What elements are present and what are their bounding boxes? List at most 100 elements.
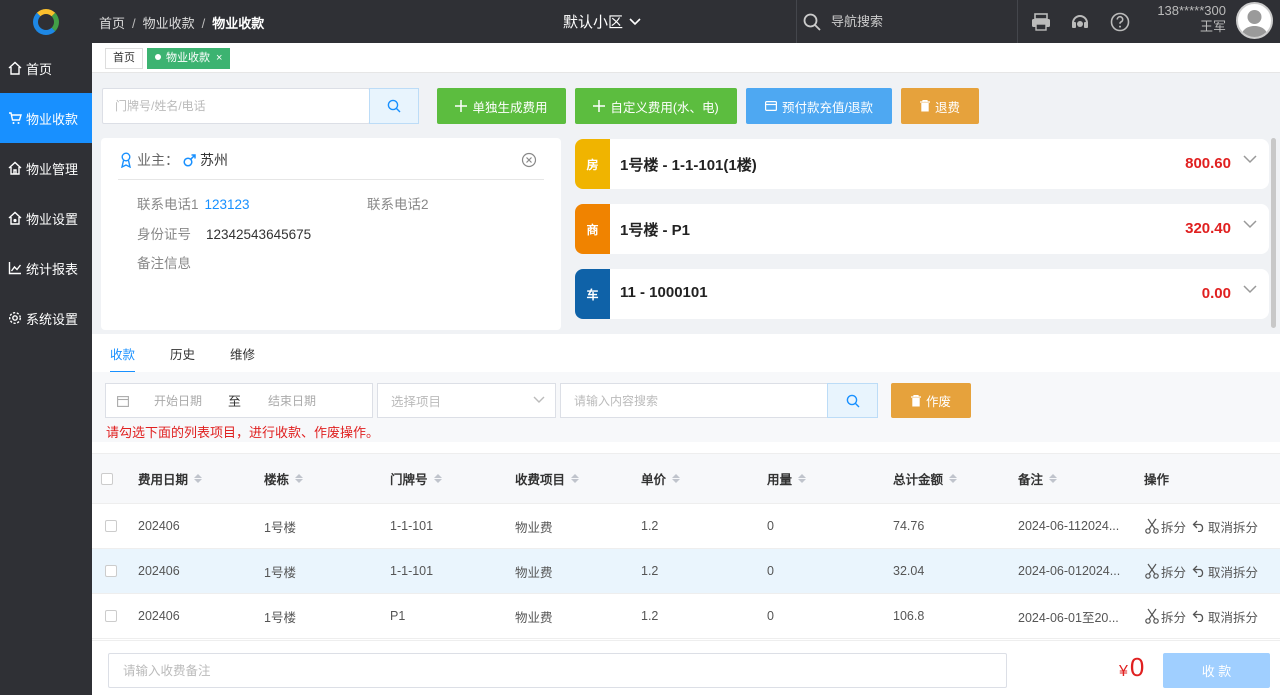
cell-price: 1.2 (641, 564, 659, 578)
phone1-value[interactable]: 123123 (205, 197, 250, 212)
app-logo[interactable] (0, 0, 92, 43)
avatar[interactable] (1236, 2, 1273, 39)
table-header: 费用日期 楼栋 门牌号 收费项目 单价 用量 总计金额 备注 操作 (92, 453, 1280, 504)
search-icon (846, 394, 859, 407)
sidebar-item-home[interactable]: 首页 (0, 43, 92, 93)
sidebar-item-reports[interactable]: 统计报表 (0, 243, 92, 293)
refund-button[interactable]: 退费 (901, 88, 979, 124)
split-button[interactable]: 拆分 (1145, 517, 1186, 536)
plus-icon (593, 100, 606, 112)
close-circle-icon[interactable] (521, 152, 537, 168)
id-value: 12342543645675 (206, 227, 312, 242)
content-search-input[interactable] (574, 384, 814, 417)
cancel-split-button[interactable]: 取消拆分 (1192, 607, 1258, 626)
item-select[interactable]: 选择项目 (377, 383, 556, 418)
cell-building: 1号楼 (264, 520, 296, 535)
sidebar-item-label: 首页 (26, 61, 53, 77)
button-label: 单独生成费用 (472, 100, 548, 115)
property-tag: 房 (575, 139, 610, 189)
cell-usage: 0 (767, 609, 774, 623)
row-checkbox[interactable] (105, 565, 117, 577)
gear-icon (8, 211, 22, 225)
column-header[interactable]: 备注 (1018, 454, 1058, 503)
cell-actions: 拆分 取消拆分 (1145, 504, 1258, 548)
subtab-collect[interactable]: 收款 (110, 344, 136, 373)
split-button[interactable]: 拆分 (1145, 562, 1186, 581)
button-label: 预付款充值/退款 (782, 100, 873, 115)
cancel-split-button[interactable]: 取消拆分 (1192, 562, 1258, 581)
cell-total: 106.8 (893, 609, 925, 623)
split-button[interactable]: 拆分 (1145, 607, 1186, 626)
sidebar: 首页 物业收款 物业管理 物业设置 统计报表 系统设置 (0, 43, 92, 695)
help-icon[interactable] (1109, 11, 1131, 33)
tab-home[interactable]: 首页 (105, 48, 143, 69)
sidebar-item-system[interactable]: 系统设置 (0, 293, 92, 343)
start-date[interactable]: 开始日期 (154, 392, 202, 409)
column-header[interactable]: 楼栋 (264, 454, 304, 503)
calendar-icon (117, 395, 129, 407)
remark-box (108, 653, 1007, 688)
headset-icon[interactable] (1069, 11, 1091, 33)
breadcrumb-item[interactable]: 首页 (99, 16, 125, 31)
content-search-button[interactable] (827, 383, 878, 418)
generate-fee-button[interactable]: 单独生成费用 (437, 88, 566, 124)
button-label: 退费 (934, 100, 960, 115)
column-header[interactable]: 用量 (767, 454, 807, 503)
table-row[interactable]: 202406 1号楼 1-1-101 物业费 1.2 0 32.04 2024-… (92, 549, 1280, 594)
select-all-checkbox[interactable] (101, 472, 113, 485)
sidebar-item-label: 统计报表 (26, 261, 79, 277)
property-tag: 车 (575, 269, 610, 319)
column-header[interactable]: 总计金额 (893, 454, 958, 503)
unit-search-button[interactable] (369, 88, 419, 124)
property-card[interactable]: 房 1号楼 - 1-1-101(1楼) 800.60 (575, 139, 1269, 189)
user-info[interactable]: 138*****300 王军 (1150, 3, 1226, 35)
table-row[interactable]: 202406 1号楼 1-1-101 物业费 1.2 0 74.76 2024-… (92, 504, 1280, 549)
breadcrumb-item[interactable]: 物业收款 (143, 16, 195, 31)
cart-icon (9, 112, 22, 124)
sidebar-item-payment[interactable]: 物业收款 (0, 93, 92, 143)
chevron-down-icon[interactable] (1243, 285, 1257, 294)
close-icon[interactable]: × (216, 52, 222, 64)
custom-fee-button[interactable]: 自定义费用(水、电) (575, 88, 737, 124)
divider (118, 179, 544, 180)
top-bar: 首页/物业收款/物业收款 默认小区 138*****300 王军 (0, 0, 1280, 43)
owner-label: 业主： (137, 152, 179, 168)
printer-icon[interactable] (1030, 11, 1052, 33)
chevron-down-icon[interactable] (1243, 220, 1257, 229)
sidebar-item-management[interactable]: 物业管理 (0, 143, 92, 193)
chevron-down-icon[interactable] (1243, 155, 1257, 164)
cancel-split-button[interactable]: 取消拆分 (1192, 517, 1258, 536)
scrollbar[interactable] (1271, 138, 1276, 328)
column-header[interactable]: 门牌号 (390, 454, 442, 503)
tab-payment[interactable]: 物业收款 × (147, 48, 231, 69)
remark-input[interactable] (123, 654, 983, 687)
column-header[interactable]: 收费项目 (515, 454, 580, 503)
end-date[interactable]: 结束日期 (268, 392, 316, 409)
prepay-button[interactable]: 预付款充值/退款 (746, 88, 892, 124)
subtab-history[interactable]: 历史 (170, 344, 195, 373)
home-icon (8, 61, 22, 75)
date-range-picker[interactable]: 开始日期 至 结束日期 (105, 383, 373, 418)
building-icon (8, 161, 22, 175)
row-checkbox[interactable] (105, 610, 117, 622)
chevron-down-icon (629, 17, 641, 25)
sidebar-item-settings[interactable]: 物业设置 (0, 193, 92, 243)
property-card[interactable]: 车 11 - 1000101 0.00 (575, 269, 1269, 319)
void-button[interactable]: 作废 (891, 383, 971, 418)
undo-icon (1192, 610, 1204, 622)
row-checkbox[interactable] (105, 520, 117, 532)
button-label: 自定义费用(水、电) (610, 100, 719, 115)
community-selector[interactable]: 默认小区 (563, 11, 641, 32)
column-header[interactable]: 单价 (641, 454, 681, 503)
subtab-repair[interactable]: 维修 (230, 344, 255, 373)
collect-button[interactable]: 收 款 (1163, 653, 1270, 688)
cell-actions: 拆分 取消拆分 (1145, 549, 1258, 593)
cell-usage: 0 (767, 564, 774, 578)
unit-search-input[interactable] (115, 89, 355, 123)
cell-total: 32.04 (893, 564, 925, 578)
nav-search-input[interactable] (831, 14, 991, 29)
property-card[interactable]: 商 1号楼 - P1 320.40 (575, 204, 1269, 254)
column-header[interactable]: 费用日期 (138, 454, 203, 503)
nav-search[interactable] (796, 0, 1018, 43)
table-row[interactable]: 202406 1号楼 P1 物业费 1.2 0 106.8 2024-06-01… (92, 594, 1280, 639)
